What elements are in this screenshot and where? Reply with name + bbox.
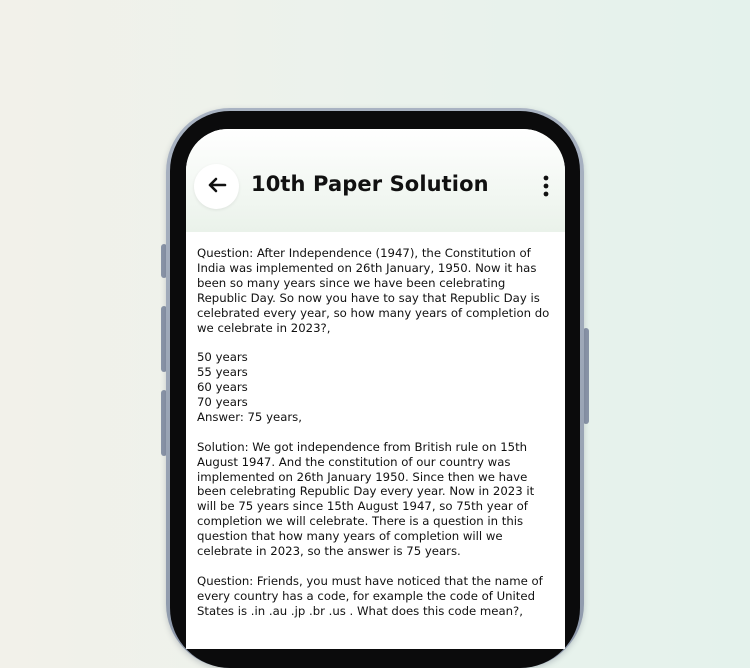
more-vertical-icon: [543, 175, 549, 201]
options-block: 50 years 55 years 60 years 70 years Answ…: [197, 350, 555, 425]
answer-text: Answer: 75 years,: [197, 409, 302, 424]
back-button[interactable]: [194, 164, 239, 209]
phone-screen: 10th Paper Solution Question: After Inde…: [186, 129, 565, 649]
option-item: 50 years: [197, 350, 248, 365]
page-title: 10th Paper Solution: [251, 172, 489, 196]
question-text: Question: Friends, you must have noticed…: [197, 573, 543, 618]
option-item: 55 years: [197, 365, 248, 380]
arrow-left-icon: [207, 177, 227, 197]
option-item: 70 years: [197, 395, 248, 410]
app-header: 10th Paper Solution: [186, 129, 565, 232]
option-item: 60 years: [197, 380, 248, 395]
solution-text: Solution: We got independence from Briti…: [197, 439, 535, 559]
article-content: Question: After Independence (1947), the…: [197, 246, 555, 634]
question-text: Question: After Independence (1947), the…: [197, 246, 550, 335]
more-options-button[interactable]: [536, 175, 556, 201]
